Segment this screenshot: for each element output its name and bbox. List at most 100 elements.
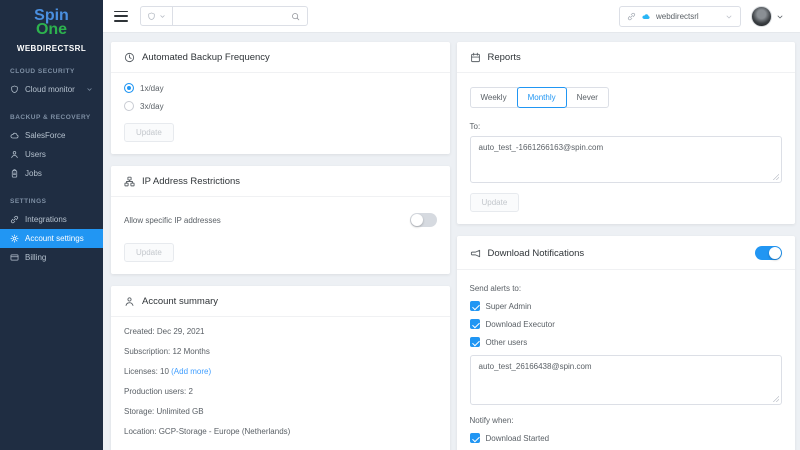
to-label: To: (469, 122, 481, 131)
notify-when-label: Notify when: (469, 416, 514, 425)
card-header: Reports (456, 52, 795, 73)
summary-storage: Storage: Unlimited GB (124, 407, 204, 416)
user-menu[interactable] (751, 6, 784, 27)
card-title: Download Notifications (487, 247, 585, 259)
chevron-down-icon (726, 15, 732, 18)
left-column: Automated Backup Frequency 1x/day 3x/day… (111, 42, 450, 450)
card-automated-backup-frequency: Automated Backup Frequency 1x/day 3x/day… (111, 42, 450, 154)
sidebar-item-users[interactable]: Users (0, 145, 103, 164)
link-icon (10, 215, 19, 224)
card-header: Download Notifications (456, 246, 795, 270)
checkbox-super-admin[interactable]: Super Admin (469, 301, 783, 311)
topbar: webdirectsrl (103, 0, 800, 33)
shield-icon (148, 12, 155, 20)
checkbox[interactable] (469, 301, 480, 311)
checkbox[interactable] (469, 337, 480, 347)
radio-option-1xday[interactable]: 1x/day (124, 83, 437, 93)
add-more-link[interactable]: (Add more) (171, 367, 211, 376)
megaphone-icon (470, 249, 480, 257)
sidebar-item-jobs[interactable]: Jobs (0, 164, 103, 183)
sidebar-item-label: Billing (25, 253, 47, 262)
app-window: Spin One WEBDIRECTSRL CLOUD SECURITY Clo… (0, 0, 800, 450)
org-selector-dropdown[interactable]: webdirectsrl (619, 6, 741, 27)
shield-icon (11, 85, 18, 94)
checkbox-download-started[interactable]: Download Started (469, 433, 783, 443)
allow-ip-toggle[interactable] (409, 213, 437, 227)
update-button[interactable]: Update (124, 243, 174, 262)
frequency-weekly-button[interactable]: Weekly (469, 87, 518, 108)
logo-text-one: One (35, 21, 68, 38)
clock-icon (124, 52, 135, 63)
radio-selected[interactable] (124, 83, 134, 93)
checkbox-label: Download Executor (485, 319, 555, 329)
other-users-email-textarea[interactable]: auto_test_26166438@spin.com (469, 355, 782, 405)
radio-unselected[interactable] (124, 101, 134, 111)
card-header: Account summary (111, 296, 450, 317)
download-notifications-toggle[interactable] (755, 246, 782, 260)
user-icon (11, 151, 18, 159)
update-button[interactable]: Update (124, 123, 174, 142)
sitemap-icon (124, 176, 135, 187)
checkbox[interactable] (469, 433, 480, 443)
right-column: Reports Weekly Monthly Never To: auto_te… (456, 42, 795, 450)
sidebar-item-billing[interactable]: Billing (0, 248, 103, 267)
gear-icon (10, 234, 19, 243)
summary-created: Created: Dec 29, 2021 (124, 327, 205, 336)
org-selector-label: webdirectsrl (656, 12, 699, 21)
card-ip-address-restrictions: IP Address Restrictions Allow specific I… (111, 166, 450, 274)
card-title: IP Address Restrictions (142, 176, 241, 187)
hamburger-menu-icon[interactable] (114, 10, 128, 22)
checkbox-other-users[interactable]: Other users (469, 337, 783, 347)
checkbox-label: Super Admin (485, 301, 532, 311)
chevron-down-icon (777, 15, 783, 18)
section-title-settings: SETTINGS (10, 198, 47, 205)
report-recipients-textarea[interactable]: auto_test_-1661266163@spin.com (469, 136, 782, 183)
checkbox[interactable] (469, 319, 480, 329)
card-title: Account summary (142, 296, 219, 307)
section-title-cloud-security: CLOUD SECURITY (10, 68, 75, 75)
spinone-logo[interactable]: Spin One (0, 0, 103, 38)
cloud-icon (10, 132, 19, 139)
sidebar-item-label: SalesForce (25, 131, 66, 140)
sidebar-item-account-settings[interactable]: Account settings (0, 229, 103, 248)
radio-label: 1x/day (140, 83, 164, 93)
report-frequency-group: Weekly Monthly Never (469, 87, 609, 108)
allow-ip-label: Allow specific IP addresses (124, 215, 221, 225)
card-download-notifications: Download Notifications Send alerts to: S… (456, 236, 795, 450)
update-button[interactable]: Update (469, 193, 520, 212)
checkbox-label: Other users (485, 337, 528, 347)
recipients-field-wrap: auto_test_-1661266163@spin.com (469, 136, 782, 183)
main-content: Automated Backup Frequency 1x/day 3x/day… (103, 33, 800, 450)
sidebar-item-salesforce[interactable]: SalesForce (0, 126, 103, 145)
sidebar-item-integrations[interactable]: Integrations (0, 210, 103, 229)
user-icon (125, 297, 134, 306)
salesforce-cloud-icon (642, 14, 650, 19)
sidebar-item-label: Account settings (25, 234, 84, 243)
clipboard-icon (11, 169, 18, 178)
sidebar-item-cloud-monitor[interactable]: Cloud monitor (0, 80, 103, 99)
summary-subscription: Subscription: 12 Months (124, 347, 210, 356)
card-title: Reports (487, 52, 521, 63)
frequency-monthly-button[interactable]: Monthly (516, 87, 567, 108)
checkbox-download-executor[interactable]: Download Executor (469, 319, 783, 329)
search-scope-dropdown[interactable] (141, 7, 173, 25)
card-header: IP Address Restrictions (111, 176, 450, 197)
frequency-never-button[interactable]: Never (565, 87, 609, 108)
card-title: Automated Backup Frequency (142, 52, 270, 63)
sidebar-item-label: Jobs (25, 169, 42, 178)
search-icon[interactable] (291, 12, 300, 21)
card-header: Automated Backup Frequency (111, 52, 450, 73)
avatar (751, 6, 772, 27)
card-account-summary: Account summary Created: Dec 29, 2021 Su… (111, 286, 450, 450)
send-alerts-label: Send alerts to: (469, 284, 522, 293)
checkbox-label: Download Started (485, 433, 550, 443)
sidebar-item-label: Cloud monitor (25, 85, 75, 94)
search-input[interactable] (173, 11, 291, 21)
link-icon (627, 12, 636, 21)
summary-licenses: Licenses: 10 (Add more) (124, 367, 437, 376)
chevron-down-icon (87, 88, 92, 91)
chevron-down-icon (160, 14, 165, 18)
sidebar: Spin One WEBDIRECTSRL CLOUD SECURITY Clo… (0, 0, 103, 450)
radio-label: 3x/day (140, 101, 164, 111)
radio-option-3xday[interactable]: 3x/day (124, 101, 437, 111)
